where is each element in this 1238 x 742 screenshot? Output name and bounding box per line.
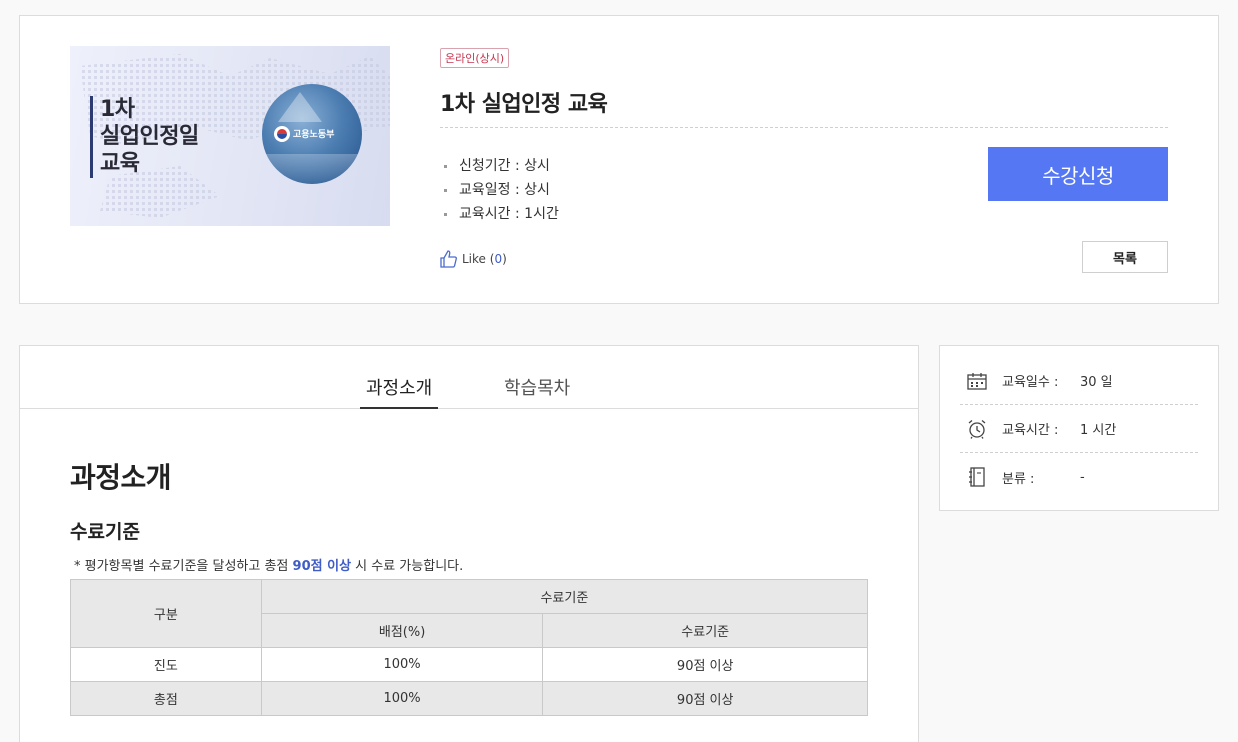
city-graphic [262,154,362,184]
table-row: 진도 100% 90점 이상 [70,647,868,682]
info-item-schedule: 교육일정 : 상시 [444,178,559,202]
table-header-group: 수료기준 [260,579,869,614]
course-info-list: 신청기간 : 상시 교육일정 : 상시 교육시간 : 1시간 [444,154,559,226]
course-title: 1차 실업인정 교육 [440,92,608,117]
course-detail-panel: 과정소개 학습목차 과정소개 수료기준 * 평가항목별 수료기준을 달성하고 총… [19,345,919,742]
like-button[interactable]: Like (0) [440,250,507,268]
side-item-days: 교육일수 : 30 일 [960,357,1198,405]
side-item-label: 교육일수 : [1002,375,1059,390]
table-header-category: 구분 [70,579,262,648]
side-item-value: 30 일 [1080,375,1113,390]
table-cell-category: 총점 [70,681,262,716]
side-item-value: 1 시간 [1080,423,1117,438]
like-label: Like [462,252,486,266]
section-title: 과정소개 [70,461,172,494]
course-side-info: 교육일수 : 30 일 교육시간 : 1 시간 분류 : - [939,345,1219,511]
ministry-emblem: 고용노동부 [262,84,362,184]
like-count: 0 [494,252,503,266]
calendar-icon [966,370,988,392]
ministry-name: 고용노동부 [293,130,335,140]
course-thumbnail: 1차 실업인정일 교육 고용노동부 [70,46,390,226]
side-item-value: - [1080,469,1085,485]
table-header-criteria: 수료기준 [542,613,868,648]
info-item-duration: 교육시간 : 1시간 [444,202,559,226]
table-cell-category: 진도 [70,647,262,682]
side-item-category: 분류 : - [960,453,1198,501]
arrow-graphic [278,92,322,122]
side-item-hours: 교육시간 : 1 시간 [960,405,1198,453]
tab-bar: 과정소개 학습목차 [20,346,918,409]
government-logo-icon [274,126,290,142]
course-summary-card: 1차 실업인정일 교육 고용노동부 온라인(상시) 1차 실업인정 교육 신청기… [19,15,1219,304]
table-row: 총점 100% 90점 이상 [70,681,868,716]
title-accent-bar [90,96,93,178]
thumbs-up-icon [440,250,457,268]
table-cell-criteria: 90점 이상 [542,681,868,716]
completion-note: * 평가항목별 수료기준을 달성하고 총점 90점 이상 시 수료 가능합니다. [74,559,464,574]
completion-criteria-table: 구분 수료기준 배점(%) 수료기준 진도 100% 90점 이상 총점 100… [70,579,869,716]
alarm-clock-icon [966,418,988,440]
notebook-icon [966,466,988,488]
table-header-score: 배점(%) [260,613,544,648]
info-item-application-period: 신청기간 : 상시 [444,154,559,178]
completion-criteria-title: 수료기준 [70,521,140,543]
table-cell-criteria: 90점 이상 [542,647,868,682]
thumbnail-title: 1차 실업인정일 교육 [100,97,199,176]
side-item-label: 분류 : [1002,471,1035,487]
bullet-icon [444,212,447,216]
tab-curriculum[interactable]: 학습목차 [498,374,576,408]
enroll-button[interactable]: 수강신청 [988,147,1168,201]
bullet-icon [444,164,447,168]
course-type-badge: 온라인(상시) [440,48,510,68]
side-item-label: 교육시간 : [1002,423,1059,438]
passing-score-highlight: 90점 이상 [292,559,352,574]
list-button[interactable]: 목록 [1082,241,1168,273]
divider [440,127,1168,128]
table-cell-score: 100% [260,647,544,682]
table-cell-score: 100% [260,681,544,716]
bullet-icon [444,188,447,192]
tab-course-intro[interactable]: 과정소개 [360,374,439,409]
